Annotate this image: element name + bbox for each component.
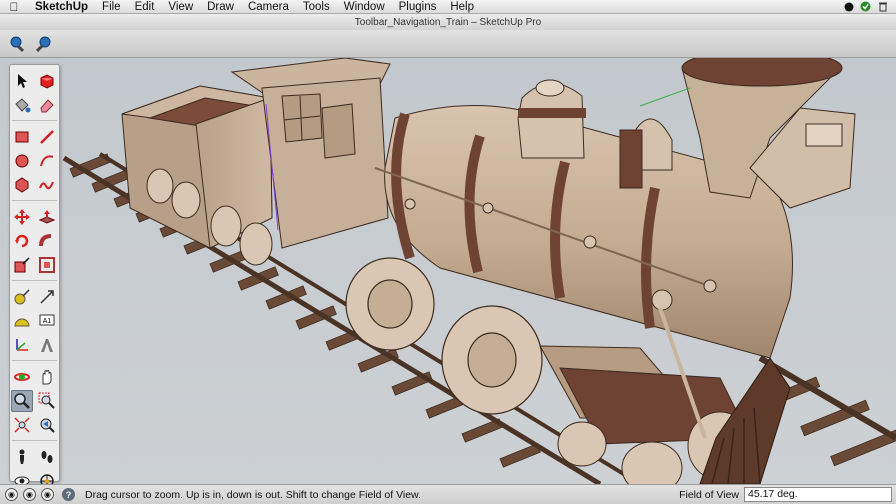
- menu-edit[interactable]: Edit: [128, 1, 162, 13]
- protractor-icon[interactable]: [11, 310, 33, 332]
- push-pull-icon[interactable]: [36, 206, 58, 228]
- model-viewport[interactable]: [0, 58, 896, 484]
- green-axis-line: [639, 87, 691, 107]
- help-icon[interactable]: ?: [62, 488, 75, 501]
- palette-group-modify: [12, 204, 57, 281]
- top-toolbar: [0, 30, 896, 58]
- apple-menu-icon[interactable]: : [0, 0, 28, 14]
- orbit-icon[interactable]: [11, 366, 33, 388]
- eraser-icon[interactable]: [36, 94, 58, 116]
- palette-group-camera: [11, 364, 58, 441]
- dimension-icon[interactable]: [36, 286, 58, 308]
- measurements-label: Field of View: [679, 488, 739, 501]
- palette-group-construction: A1: [12, 284, 57, 361]
- window-title: Toolbar_Navigation_Train – SketchUp Pro: [354, 16, 542, 28]
- menu-help[interactable]: Help: [443, 1, 481, 13]
- zoom-window-icon[interactable]: [36, 390, 58, 412]
- circle-icon[interactable]: [11, 150, 33, 172]
- rotate-icon[interactable]: [11, 230, 33, 252]
- status-dot-icon[interactable]: [843, 1, 854, 12]
- polygon-icon[interactable]: [11, 174, 33, 196]
- tool-palette: A1: [9, 64, 60, 488]
- status-message: Drag cursor to zoom. Up is in, down is o…: [85, 488, 421, 501]
- make-component-icon[interactable]: [36, 70, 58, 92]
- user-icon[interactable]: ◉: [41, 488, 54, 501]
- follow-me-icon[interactable]: [36, 230, 58, 252]
- palette-group-principal: [12, 68, 57, 121]
- axes-icon[interactable]: [11, 334, 33, 356]
- previous-view-icon[interactable]: [36, 414, 58, 436]
- status-bar: ◉ ◉ ◉ ? Drag cursor to zoom. Up is in, d…: [0, 484, 896, 504]
- svg-text:A1: A1: [43, 318, 52, 325]
- tape-measure-icon[interactable]: [11, 286, 33, 308]
- share-model-icon[interactable]: [34, 34, 54, 54]
- menu-draw[interactable]: Draw: [200, 1, 241, 13]
- zoom-extents-icon[interactable]: [11, 414, 33, 436]
- arc-icon[interactable]: [36, 150, 58, 172]
- menu-app-name[interactable]: SketchUp: [28, 1, 95, 13]
- menu-view[interactable]: View: [161, 1, 200, 13]
- menu-tools[interactable]: Tools: [296, 1, 337, 13]
- palette-group-draw: [12, 124, 57, 201]
- tender-car: [121, 85, 273, 266]
- position-camera-icon[interactable]: [11, 446, 33, 468]
- zoom-icon[interactable]: [11, 390, 33, 412]
- menu-plugins[interactable]: Plugins: [392, 1, 444, 13]
- text-icon[interactable]: A1: [36, 310, 58, 332]
- menu-extras: [843, 1, 896, 12]
- move-icon[interactable]: [11, 206, 33, 228]
- get-models-icon[interactable]: [8, 34, 28, 54]
- menu-bar:  SketchUp File Edit View Draw Camera To…: [0, 0, 896, 14]
- geo-location-icon[interactable]: ◉: [5, 488, 18, 501]
- line-icon[interactable]: [36, 126, 58, 148]
- menu-window[interactable]: Window: [337, 1, 392, 13]
- pan-icon[interactable]: [36, 366, 58, 388]
- window-title-bar[interactable]: Toolbar_Navigation_Train – SketchUp Pro: [0, 14, 896, 30]
- train-model-scene[interactable]: [0, 58, 896, 484]
- measurements-input[interactable]: 45.17 deg.: [744, 487, 892, 502]
- sync-icon[interactable]: [860, 1, 871, 12]
- credits-icon[interactable]: ◉: [23, 488, 36, 501]
- 3d-text-icon[interactable]: [36, 334, 58, 356]
- menu-file[interactable]: File: [95, 1, 128, 13]
- walk-icon[interactable]: [36, 446, 58, 468]
- freehand-icon[interactable]: [36, 174, 58, 196]
- trash-icon[interactable]: [877, 1, 888, 12]
- paint-bucket-icon[interactable]: [11, 94, 33, 116]
- menu-camera[interactable]: Camera: [241, 1, 296, 13]
- scale-icon[interactable]: [11, 254, 33, 276]
- rectangle-icon[interactable]: [11, 126, 33, 148]
- select-icon[interactable]: [11, 70, 33, 92]
- offset-icon[interactable]: [36, 254, 58, 276]
